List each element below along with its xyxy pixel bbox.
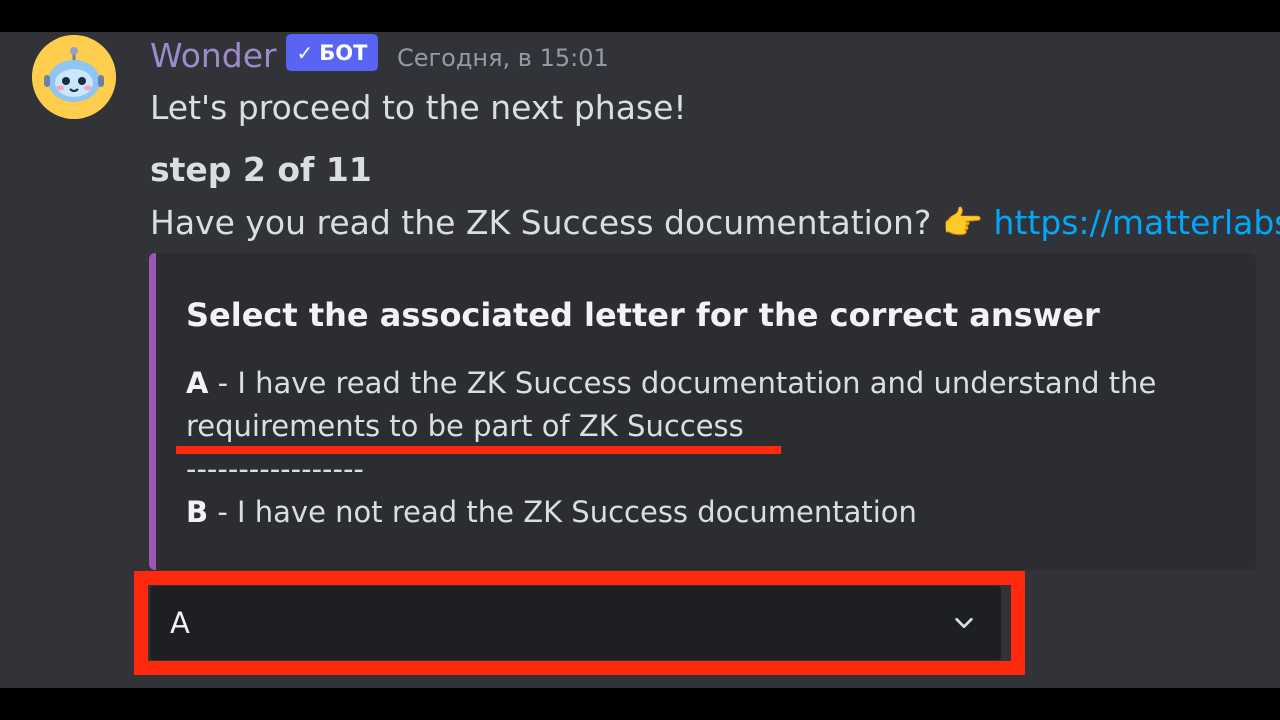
chat-area: Wonder ✓ БОТ Сегодня, в 15:01 Let's proc… [0,32,1280,688]
select-value: A [170,606,190,640]
option-b: B - I have not read the ZK Success docum… [186,491,1186,534]
chevron-down-icon[interactable] [953,612,975,634]
robot-icon [32,35,116,119]
annotation-underline [176,446,781,454]
answer-select-dropdown[interactable]: A [150,586,1001,660]
message-timestamp: Сегодня, в 15:01 [397,44,609,72]
bot-tag-label: БОТ [319,40,368,65]
option-a: A - I have read the ZK Success documenta… [186,362,1186,448]
question-text: Have you read the ZK Success documentati… [150,203,932,242]
pointing-right-emoji-icon: 👉 [941,203,984,242]
embed-title: Select the associated letter for the cor… [186,296,1100,334]
question-line: Have you read the ZK Success documentati… [150,203,1280,243]
verified-check-icon: ✓ [296,40,314,65]
documentation-link[interactable]: https://matterlabs [994,203,1280,242]
option-b-text: - I have not read the ZK Success documen… [208,495,917,529]
quiz-embed: Select the associated letter for the cor… [149,253,1256,570]
option-a-text: - I have read the ZK Success documentati… [186,366,1157,443]
option-separator: ----------------- [186,452,364,486]
bot-username[interactable]: Wonder [150,36,277,76]
step-heading: step 2 of 11 [150,150,372,189]
bot-tag: ✓ БОТ [286,34,378,71]
option-b-letter: B [186,495,209,529]
message-text-line1: Let's proceed to the next phase! [150,88,687,127]
option-a-letter: A [186,366,209,400]
bot-avatar[interactable] [32,35,116,119]
